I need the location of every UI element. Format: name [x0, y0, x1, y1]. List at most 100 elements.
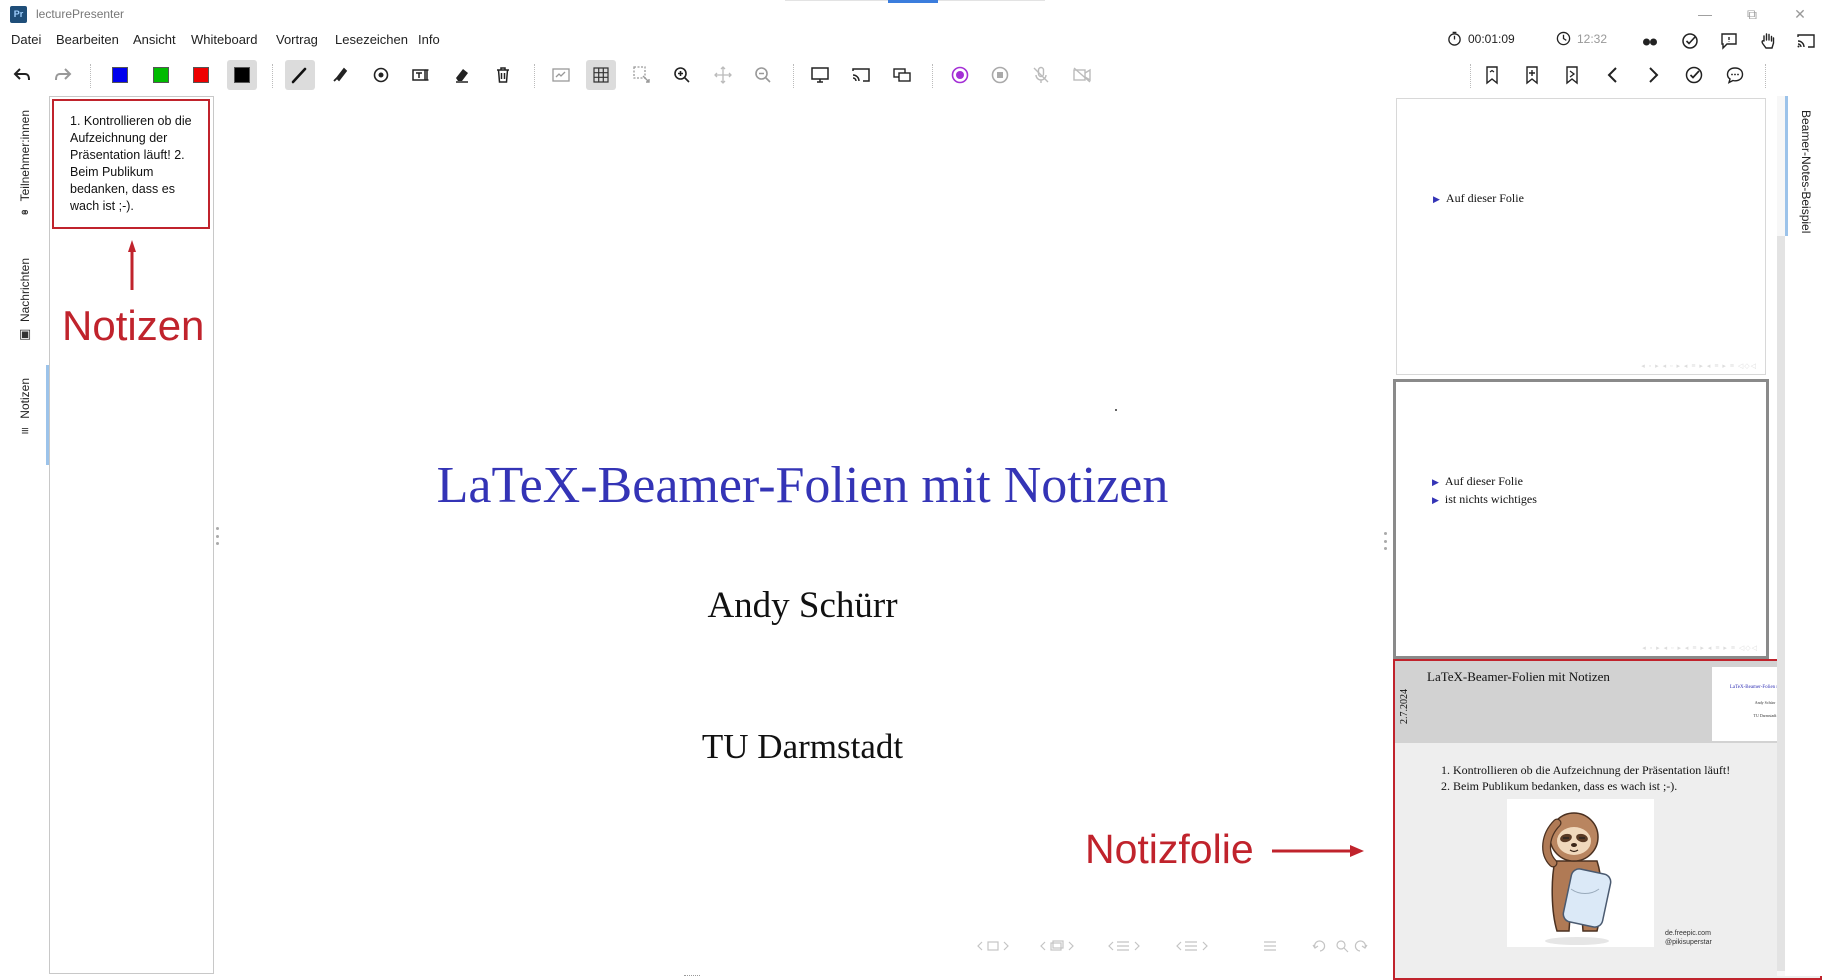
- toolbar: [0, 56, 1825, 94]
- previous-slide-button[interactable]: [1598, 60, 1628, 90]
- zoom-in-button[interactable]: [667, 60, 697, 90]
- preview-scrollbar[interactable]: [1777, 96, 1785, 976]
- app-logo-icon: Pr: [10, 6, 27, 23]
- trash-icon: [497, 67, 509, 83]
- notes-icon: ≡: [21, 422, 29, 438]
- camera-button[interactable]: [1067, 60, 1097, 90]
- quiz-button[interactable]: [1679, 60, 1709, 90]
- undo-icon: [13, 68, 30, 81]
- clock-status: 12:32: [1556, 31, 1607, 46]
- tab-messages[interactable]: Nachrichten ▣: [14, 258, 36, 342]
- eraser-button[interactable]: [447, 60, 477, 90]
- preview-scrollbar-thumb[interactable]: [1777, 236, 1785, 971]
- comments-button[interactable]: [1720, 60, 1750, 90]
- cast-screen-button[interactable]: [846, 60, 876, 90]
- beamer-navigation-symbols[interactable]: [975, 936, 1375, 956]
- sloth-icon: [1542, 812, 1612, 945]
- screen-share-button[interactable]: [805, 60, 835, 90]
- hand-raise-icon[interactable]: [1758, 31, 1778, 51]
- stopwatch-status[interactable]: 00:01:09: [1447, 31, 1515, 46]
- previous-slide-preview[interactable]: ▶ Auf dieser Folie ◂ ▫ ▸ ◂ ▫ ▸ ◂ ≡ ▸ ◂ ≡ …: [1396, 98, 1766, 375]
- arrow-up-icon: [128, 240, 136, 290]
- tab-notes[interactable]: Notizen ≡: [14, 378, 36, 438]
- bookmark-button[interactable]: [1477, 60, 1507, 90]
- bookmark-add-icon: [1526, 66, 1538, 85]
- drag-indicator: [888, 0, 938, 3]
- add-bookmark-button[interactable]: [1517, 60, 1547, 90]
- highlighter-icon: [333, 67, 348, 82]
- undo-button[interactable]: [7, 60, 37, 90]
- right-splitter-handle[interactable]: [1384, 532, 1388, 550]
- menu-lesezeichen[interactable]: Lesezeichen: [335, 32, 408, 47]
- bullet-triangle-icon: ▶: [1432, 477, 1439, 487]
- note-slide-preview[interactable]: LaTeX-Beamer-Folien mit Notizen 2.7.2024…: [1393, 659, 1822, 980]
- preview2-bullet-2: ▶ ist nichts wichtiges: [1432, 492, 1537, 506]
- text-tool-button[interactable]: [406, 60, 436, 90]
- goto-bookmark-button[interactable]: [1557, 60, 1587, 90]
- menu-bearbeiten[interactable]: Bearbeiten: [56, 32, 119, 47]
- menu-info[interactable]: Info: [418, 32, 440, 47]
- clock-value: 12:32: [1577, 31, 1608, 46]
- tab-document-beamer-notes[interactable]: Beamer-Notes-Beispiel: [1799, 110, 1813, 233]
- arrow-right-icon: [1272, 845, 1364, 857]
- check-circle-icon: [1685, 66, 1703, 84]
- notes-text[interactable]: 1. Kontrollieren ob die Aufzeichnung der…: [52, 99, 210, 229]
- tab-messages-label: Nachrichten: [18, 258, 32, 323]
- tab-participants[interactable]: Teilnehmer:innen ⚭: [14, 110, 36, 221]
- zoom-in-icon: [674, 67, 690, 83]
- stop-recording-button[interactable]: [985, 60, 1015, 90]
- black-swatch-icon: [234, 67, 250, 83]
- camera-switch-icon[interactable]: [1640, 31, 1660, 51]
- zoom-select-button[interactable]: [627, 60, 657, 90]
- right-tab-bar: Beamer-Notes-Beispiel: [1785, 96, 1825, 976]
- mic-off-icon: [1033, 66, 1049, 83]
- external-display-button[interactable]: [887, 60, 917, 90]
- quiz-check-icon[interactable]: [1680, 31, 1700, 51]
- slide-title: LaTeX-Beamer-Folien mit Notizen: [436, 457, 1169, 514]
- chat-icon[interactable]: [1719, 31, 1739, 51]
- microphone-button[interactable]: [1026, 60, 1056, 90]
- pointer-button[interactable]: [366, 60, 396, 90]
- minimize-icon[interactable]: —: [1690, 4, 1720, 24]
- stop-icon: [991, 66, 1009, 84]
- restore-icon[interactable]: ⧉: [1737, 4, 1767, 24]
- grid-button[interactable]: [586, 60, 616, 90]
- menu-vortrag[interactable]: Vortrag: [276, 32, 318, 47]
- note-slide-item: Beim Publikum bedanken, dass es wach ist…: [1453, 778, 1730, 794]
- cast-icon[interactable]: [1796, 31, 1816, 51]
- bullet-triangle-icon: ▶: [1433, 194, 1440, 204]
- bottom-splitter-handle[interactable]: [684, 975, 700, 978]
- menu-whiteboard[interactable]: Whiteboard: [191, 32, 257, 47]
- color-blue-button[interactable]: [105, 60, 135, 90]
- pan-button[interactable]: [708, 60, 738, 90]
- note-slide-item: Kontrollieren ob die Aufzeichnung der Pr…: [1453, 762, 1730, 778]
- zoom-select-icon: [633, 66, 650, 83]
- color-green-button[interactable]: [146, 60, 176, 90]
- blue-swatch-icon: [112, 67, 128, 83]
- zoom-out-button[interactable]: [748, 60, 778, 90]
- redo-button[interactable]: [48, 60, 78, 90]
- close-icon[interactable]: ✕: [1785, 4, 1815, 24]
- pen-icon: [291, 67, 307, 84]
- eraser-icon: [456, 69, 468, 83]
- left-splitter-handle[interactable]: [216, 527, 220, 545]
- record-icon: [951, 66, 969, 84]
- camera-off-icon: [1073, 67, 1091, 83]
- next-slide-preview[interactable]: ▶ Auf dieser Folie ▶ ist nichts wichtiges …: [1393, 379, 1769, 659]
- highlighter-button[interactable]: [325, 60, 355, 90]
- speech-bubble-icon: [1726, 67, 1744, 84]
- bullet-triangle-icon: ▶: [1432, 495, 1439, 505]
- note-slide-items: Kontrollieren ob die Aufzeichnung der Pr…: [1453, 762, 1730, 794]
- next-slide-button[interactable]: [1638, 60, 1668, 90]
- whiteboard-button[interactable]: [546, 60, 576, 90]
- menu-datei[interactable]: Datei: [11, 32, 41, 47]
- bookmark-icon: [1486, 66, 1498, 85]
- redo-icon: [55, 68, 72, 81]
- delete-annotations-button[interactable]: [488, 60, 518, 90]
- color-black-button[interactable]: [227, 60, 257, 90]
- pen-tool-button[interactable]: [285, 60, 315, 90]
- menu-ansicht[interactable]: Ansicht: [133, 32, 176, 47]
- display-switch-icon: [893, 68, 911, 82]
- color-red-button[interactable]: [186, 60, 216, 90]
- record-button[interactable]: [945, 60, 975, 90]
